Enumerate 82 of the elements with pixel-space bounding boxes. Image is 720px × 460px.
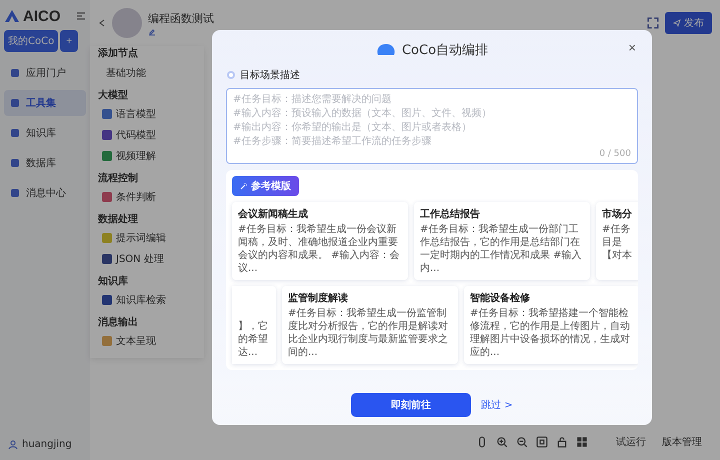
- go-button[interactable]: 即刻前往: [351, 393, 472, 417]
- card-title: 智能设备检修: [470, 292, 531, 305]
- node-icon: [102, 233, 112, 243]
- fit-icon[interactable]: [536, 436, 548, 448]
- back-icon[interactable]: [98, 19, 106, 27]
- card-text: #任务目标：我希望生成一份部门工作总结报告，它的作用是总结部门在一定时期内的工作情况和成果 #输入内...: [420, 223, 583, 275]
- group-title: 数据处理: [98, 212, 138, 226]
- zoom-out-icon[interactable]: [516, 436, 528, 448]
- app-icon: [10, 158, 20, 168]
- avatar-icon: [112, 8, 142, 38]
- dialog-title: CoCo自动编排: [402, 42, 488, 59]
- card-text: 】，它的希望达...: [238, 320, 269, 359]
- node-item[interactable]: 语言模型: [116, 107, 156, 121]
- publish-button[interactable]: 发布: [665, 12, 712, 34]
- logo-text: AICO: [23, 8, 60, 24]
- panel-title: 添加节点: [98, 46, 139, 60]
- skip-link[interactable]: 跳过 >: [481, 398, 513, 412]
- section-label: 目标场景描述: [240, 68, 300, 82]
- card-text: #任务目标：我希望生成一份监管制度比对分析报告，它的作用是解读对比企业内现行制度与最新监管要求之间的...: [288, 307, 449, 359]
- group-title: 大模型: [98, 88, 128, 102]
- nav-item[interactable]: 工具集: [4, 90, 86, 116]
- run-button[interactable]: 试运行: [610, 434, 652, 450]
- group-title: 知识库: [98, 274, 128, 288]
- card-text: #任务目是【对本: [602, 223, 633, 262]
- user-icon: [8, 440, 18, 450]
- node-item[interactable]: 文本呈现: [116, 334, 156, 348]
- node-item[interactable]: 提示词编辑: [116, 231, 166, 245]
- collapse-icon[interactable]: [76, 11, 86, 21]
- node-item[interactable]: 视频理解: [116, 149, 156, 163]
- app-icon: [10, 188, 20, 198]
- node-item[interactable]: JSON 处理: [116, 252, 164, 266]
- app-icon: [10, 128, 20, 138]
- zoom-in-icon[interactable]: [496, 436, 508, 448]
- user-name: huangjing: [22, 439, 72, 450]
- logo-icon: [4, 9, 20, 23]
- grid-icon[interactable]: [576, 436, 588, 448]
- template-card[interactable]: 】，它的希望达...: [232, 286, 276, 364]
- node-item[interactable]: 代码模型: [116, 128, 156, 142]
- template-card[interactable]: 会议新闻稿生成 #任务目标：我希望生成一份会议新闻稿，及时、准确地报道企业内重要会议的内容和成果。 #输入内容：会议...: [232, 202, 408, 280]
- close-button[interactable]: ×: [626, 40, 638, 55]
- lock-icon[interactable]: [556, 436, 568, 448]
- nav-item[interactable]: 消息中心: [4, 180, 86, 206]
- group-title: 流程控制: [98, 171, 138, 185]
- card-title: 监管制度解读: [288, 291, 349, 305]
- wand-icon: [240, 182, 248, 190]
- node-icon: [102, 192, 112, 202]
- node-icon: [102, 130, 112, 140]
- node-icon: [102, 295, 112, 305]
- template-card[interactable]: 市场分 #任务目是【对本: [596, 202, 638, 280]
- target-icon: [226, 70, 236, 80]
- char-counter: 0 / 500: [599, 149, 631, 159]
- panel-tab[interactable]: 基础功能: [98, 66, 198, 80]
- group-title: 消息输出: [98, 316, 138, 329]
- mascot-icon: [376, 43, 396, 57]
- card-text: #任务目标：我希望生成一份会议新闻稿，及时、准确地报道企业内重要会议的内容和成果。 #输入内容：会议...: [238, 223, 401, 275]
- nav-item[interactable]: 数据库: [4, 150, 86, 176]
- project-title: 编程函数测试: [148, 10, 214, 26]
- nav-item[interactable]: 知识库: [4, 120, 86, 146]
- card-title: 会议新闻稿生成: [238, 207, 309, 221]
- node-icon: [102, 151, 112, 161]
- app-icon: [10, 98, 20, 108]
- send-icon: [673, 19, 681, 27]
- my-coco-button[interactable]: 我的CoCo: [4, 30, 58, 52]
- node-icon: [102, 109, 112, 119]
- card-title: 工作总结报告: [420, 208, 481, 221]
- fullscreen-icon[interactable]: [647, 17, 659, 29]
- template-card[interactable]: 监管制度解读 #任务目标：我希望生成一份监管制度比对分析报告，它的作用是解读对比企业内现行制度与最新监管要求之间的...: [282, 286, 458, 364]
- nav-item[interactable]: 应用门户: [4, 60, 86, 86]
- template-card[interactable]: 智能设备检修 #任务目标：我希望搭建一个智能检修流程，它的作用是上传图片，自动理解图片中设备损坏的情况，生成对应的...: [464, 286, 638, 364]
- node-icon: [102, 336, 112, 346]
- card-text: #任务目标：我希望搭建一个智能检修流程，它的作用是上传图片，自动理解图片中设备损坏的情况，生成对应的...: [470, 307, 631, 359]
- card-title: 市场分: [602, 207, 633, 221]
- node-item[interactable]: 知识库检索: [116, 293, 166, 307]
- versions-button[interactable]: 版本管理: [656, 434, 708, 450]
- add-button[interactable]: +: [60, 30, 78, 52]
- edit-icon[interactable]: [148, 28, 156, 36]
- template-card[interactable]: 工作总结报告 #任务目标：我希望生成一份部门工作总结报告，它的作用是总结部门在一定时期内的工作情况和成果 #输入内...: [414, 202, 590, 280]
- node-item[interactable]: 条件判断: [116, 190, 156, 204]
- templates-tag: 参考模版: [232, 176, 299, 196]
- mouse-icon[interactable]: [476, 436, 488, 448]
- app-icon: [10, 68, 20, 78]
- node-icon: [102, 254, 112, 264]
